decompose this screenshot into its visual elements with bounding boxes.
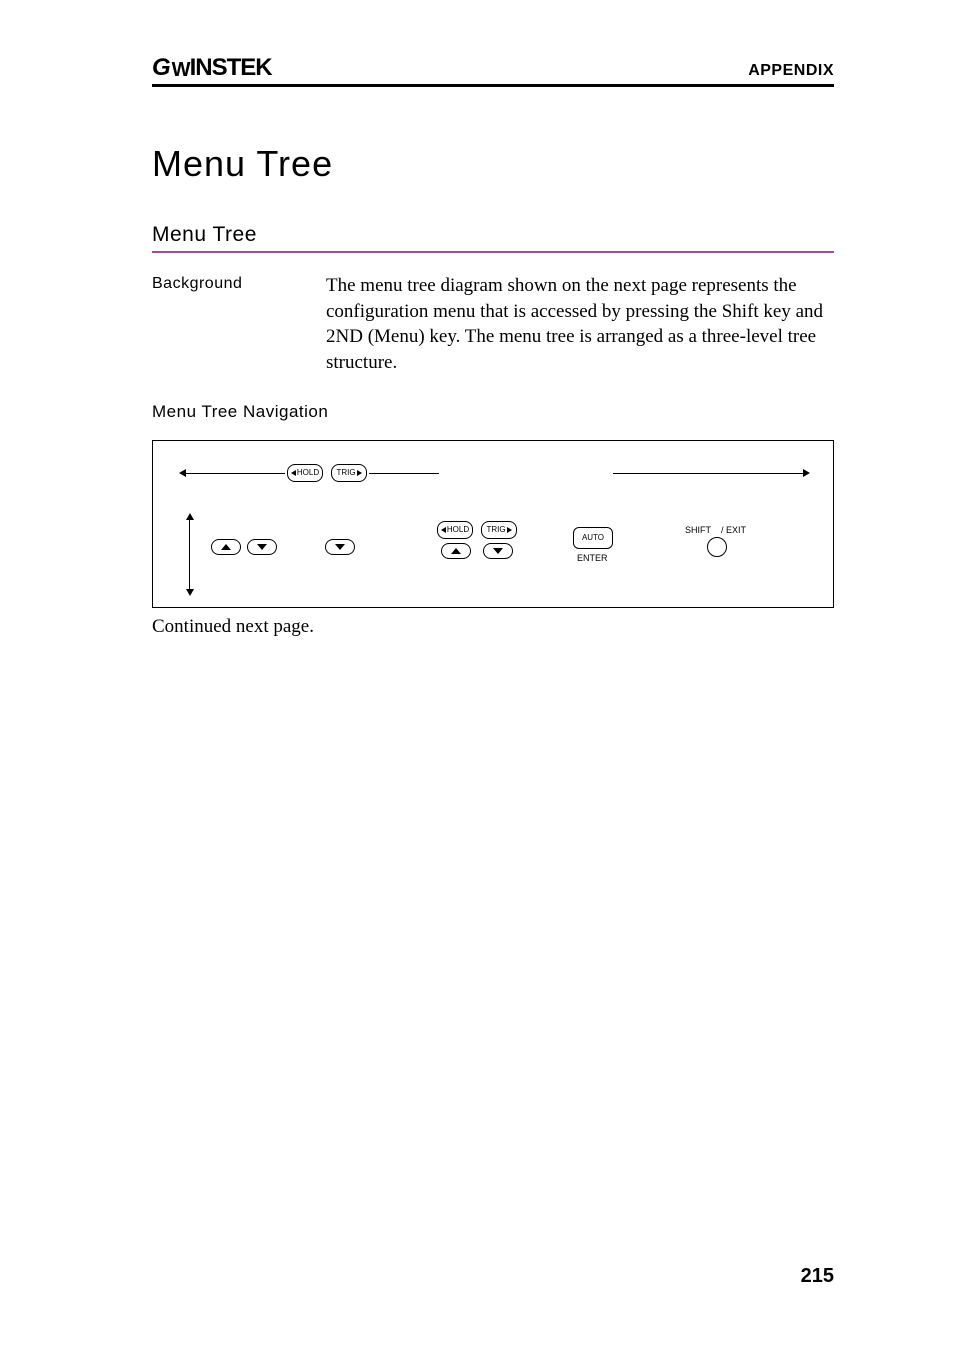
arrow-left-icon (179, 469, 186, 477)
line (185, 473, 285, 474)
triangle-right-icon (507, 527, 512, 533)
hold-key-2: HOLD (437, 521, 473, 539)
triangle-up-icon (451, 548, 461, 554)
navigation-heading: Menu Tree Navigation (152, 402, 834, 422)
triangle-up-icon (221, 544, 231, 550)
down-key-2 (325, 539, 355, 555)
triangle-left-icon (291, 470, 296, 476)
down-key-3 (483, 543, 513, 559)
arrow-right-icon (803, 469, 810, 477)
triangle-down-icon (335, 544, 345, 550)
down-key (247, 539, 277, 555)
exit-label: / EXIT (721, 525, 746, 535)
section-subtitle: Menu Tree (152, 223, 834, 253)
triangle-down-icon (493, 548, 503, 554)
trig-key: TRIG (331, 464, 367, 482)
page-header: GWINSTEK APPENDIX (152, 54, 834, 87)
line (189, 519, 190, 589)
trig-key-2: TRIG (481, 521, 517, 539)
background-text: The menu tree diagram shown on the next … (326, 273, 834, 376)
enter-label: ENTER (577, 553, 608, 563)
shift-exit-button-icon (707, 537, 727, 557)
trig-key-2-label: TRIG (486, 525, 505, 534)
shift-label: SHIFT (685, 525, 711, 535)
trig-key-label: TRIG (336, 468, 355, 477)
up-key (211, 539, 241, 555)
arrow-up-icon (186, 513, 194, 520)
page-number: 215 (801, 1265, 834, 1288)
up-key-2 (441, 543, 471, 559)
line (369, 473, 439, 474)
triangle-right-icon (357, 470, 362, 476)
background-label: Background (152, 273, 326, 376)
brand-g: G (152, 54, 170, 82)
background-row: Background The menu tree diagram shown o… (152, 273, 834, 376)
hold-key-label: HOLD (297, 468, 319, 477)
brand-rest: INSTEK (190, 54, 272, 82)
hold-key: HOLD (287, 464, 323, 482)
continued-text: Continued next page. (152, 616, 834, 638)
triangle-down-icon (257, 544, 267, 550)
brand-w: W (172, 59, 189, 82)
hold-key-2-label: HOLD (447, 525, 469, 534)
menu-tree-navigation-diagram: HOLD TRIG HOLD TRIG (152, 440, 834, 608)
auto-key-label: AUTO (582, 533, 604, 542)
arrow-down-icon (186, 589, 194, 596)
section-label: APPENDIX (748, 62, 834, 80)
line (613, 473, 803, 474)
page-title: Menu Tree (152, 143, 834, 185)
triangle-left-icon (441, 527, 446, 533)
brand-logo: GWINSTEK (152, 54, 272, 82)
auto-enter-key: AUTO (573, 527, 613, 549)
